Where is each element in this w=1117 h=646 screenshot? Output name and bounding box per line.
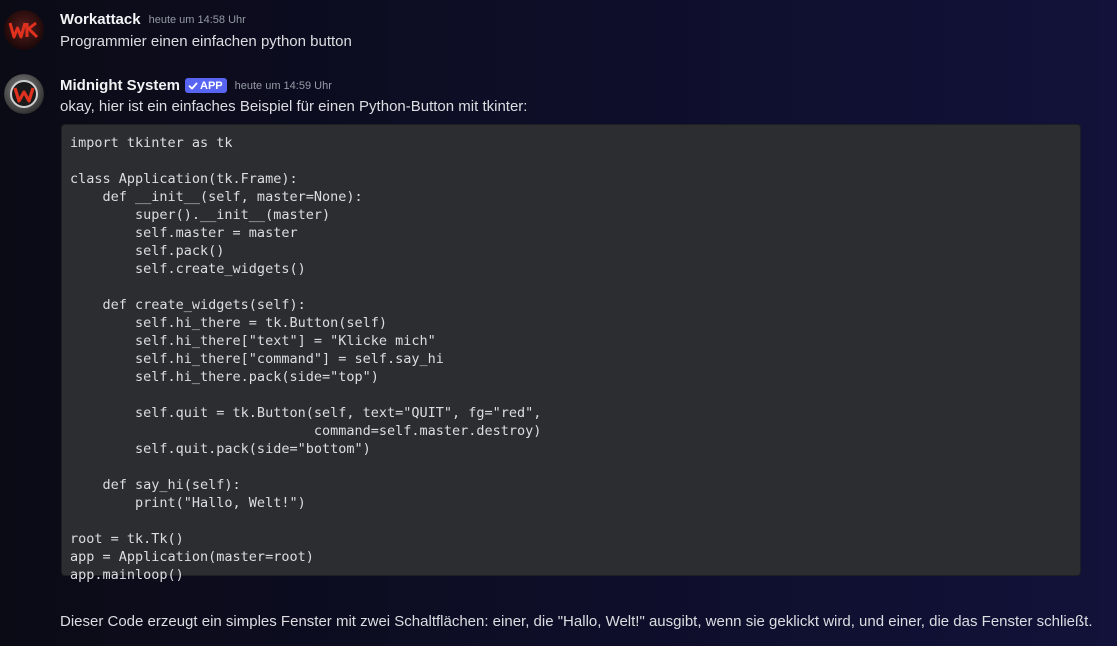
wk-logo-avatar[interactable] (4, 10, 44, 50)
code-line: import tkinter as tk (70, 135, 233, 151)
code-line: def create_widgets(self): (70, 297, 306, 313)
message-outro-text: Dieser Code erzeugt ein simples Fenster … (60, 613, 1093, 630)
code-line: app.mainloop() (70, 567, 184, 583)
code-line: self.create_widgets() (70, 261, 306, 277)
message-timestamp[interactable]: heute um 14:59 Uhr (235, 80, 332, 92)
code-line: self.master = master (70, 225, 298, 241)
author-name[interactable]: Workattack (60, 11, 141, 28)
code-line: super().__init__(master) (70, 207, 331, 223)
code-line: command=self.master.destroy) (70, 423, 542, 439)
code-line: class Application(tk.Frame): (70, 171, 298, 187)
code-line: self.hi_there.pack(side="top") (70, 369, 379, 385)
code-line: root = tk.Tk() (70, 531, 184, 547)
message-header: Midnight System APP heute um 14:59 Uhr (60, 77, 332, 94)
author-name[interactable]: Midnight System (60, 77, 180, 94)
code-line: def say_hi(self): (70, 477, 241, 493)
message-header: Workattack heute um 14:58 Uhr (60, 11, 246, 28)
code-line: print("Hallo, Welt!") (70, 495, 306, 511)
code-line: self.hi_there["command"] = self.say_hi (70, 351, 444, 367)
w-logo-avatar[interactable] (4, 74, 44, 114)
badge-label: APP (200, 79, 223, 92)
code-line: self.hi_there["text"] = "Klicke mich" (70, 333, 436, 349)
code-line: app = Application(master=root) (70, 549, 314, 565)
message-timestamp[interactable]: heute um 14:58 Uhr (149, 14, 246, 26)
code-line: self.quit.pack(side="bottom") (70, 441, 371, 457)
code-line: self.hi_there = tk.Button(self) (70, 315, 387, 331)
message-text: Programmier einen einfachen python butto… (60, 33, 352, 50)
code-line: self.pack() (70, 243, 225, 259)
code-line: self.quit = tk.Button(self, text="QUIT",… (70, 405, 542, 421)
checkmark-icon (188, 82, 198, 89)
code-block[interactable]: import tkinter as tk class Application(tk… (61, 124, 1081, 583)
code-line: def __init__(self, master=None): (70, 189, 363, 205)
message-intro-text: okay, hier ist ein einfaches Beispiel fü… (60, 98, 528, 115)
app-badge: APP (185, 78, 227, 93)
